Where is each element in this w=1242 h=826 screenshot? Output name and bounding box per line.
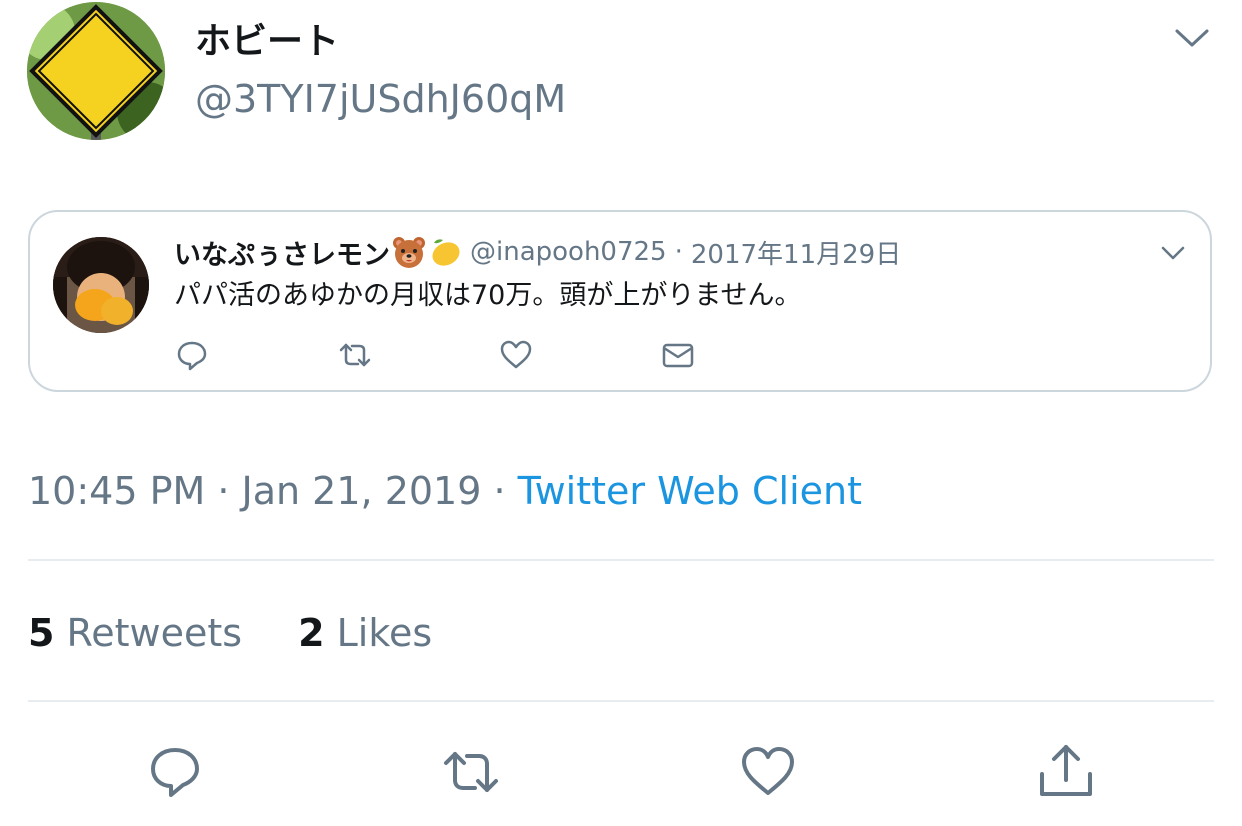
retweets-stat[interactable]: 5 Retweets: [28, 611, 242, 655]
chevron-down-icon[interactable]: [1174, 26, 1210, 50]
author-handle[interactable]: @3TYI7jUSdhJ60qM: [195, 76, 566, 122]
reply-icon[interactable]: [175, 338, 209, 372]
share-icon[interactable]: [1036, 742, 1096, 802]
like-icon[interactable]: [738, 742, 798, 802]
quoted-tweet-date[interactable]: 2017年11月29日: [691, 234, 901, 271]
tweet-metadata: 10:45 PM · Jan 21, 2019 · Twitter Web Cl…: [28, 466, 862, 516]
lemon-icon: [428, 235, 462, 269]
quoted-tweet-card[interactable]: いなぷぅさレモン @inapooh0725 · 2017年11月29日 パパ活の…: [28, 210, 1212, 392]
separator-dot: ·: [674, 237, 683, 267]
quoted-tweet-header: いなぷぅさレモン @inapooh0725 · 2017年11月29日: [174, 233, 901, 272]
quoted-author-handle[interactable]: @inapooh0725: [470, 237, 667, 267]
likes-label: Likes: [336, 611, 433, 655]
divider: [28, 700, 1214, 702]
message-icon[interactable]: [661, 338, 695, 372]
likes-count: 2: [298, 611, 325, 655]
likes-stat[interactable]: 2 Likes: [298, 611, 432, 655]
tweet-timestamp[interactable]: 10:45 PM · Jan 21, 2019 ·: [28, 469, 518, 513]
bear-face-icon: [392, 235, 426, 269]
divider: [28, 559, 1214, 561]
tweet-stats: 5 Retweets 2 Likes: [28, 608, 432, 658]
retweet-icon[interactable]: [441, 742, 501, 802]
retweets-label: Retweets: [66, 611, 243, 655]
quoted-author-name[interactable]: いなぷぅさレモン: [174, 233, 390, 272]
tweet-detail: ホビート @3TYI7jUSdhJ60qM いなぷぅさレモン @inapooh0…: [0, 0, 1242, 826]
retweets-count: 5: [28, 611, 55, 655]
retweet-icon[interactable]: [338, 338, 372, 372]
author-display-name[interactable]: ホビート: [195, 20, 339, 64]
author-avatar[interactable]: [27, 2, 165, 140]
quoted-author-avatar[interactable]: [53, 237, 149, 333]
reply-icon[interactable]: [145, 742, 205, 802]
chevron-down-icon[interactable]: [1160, 244, 1186, 262]
like-icon[interactable]: [499, 338, 533, 372]
quoted-tweet-text: パパ活のあゆかの月収は70万。頭が上がりません。: [174, 280, 802, 311]
tweet-client-link[interactable]: Twitter Web Client: [518, 469, 862, 513]
